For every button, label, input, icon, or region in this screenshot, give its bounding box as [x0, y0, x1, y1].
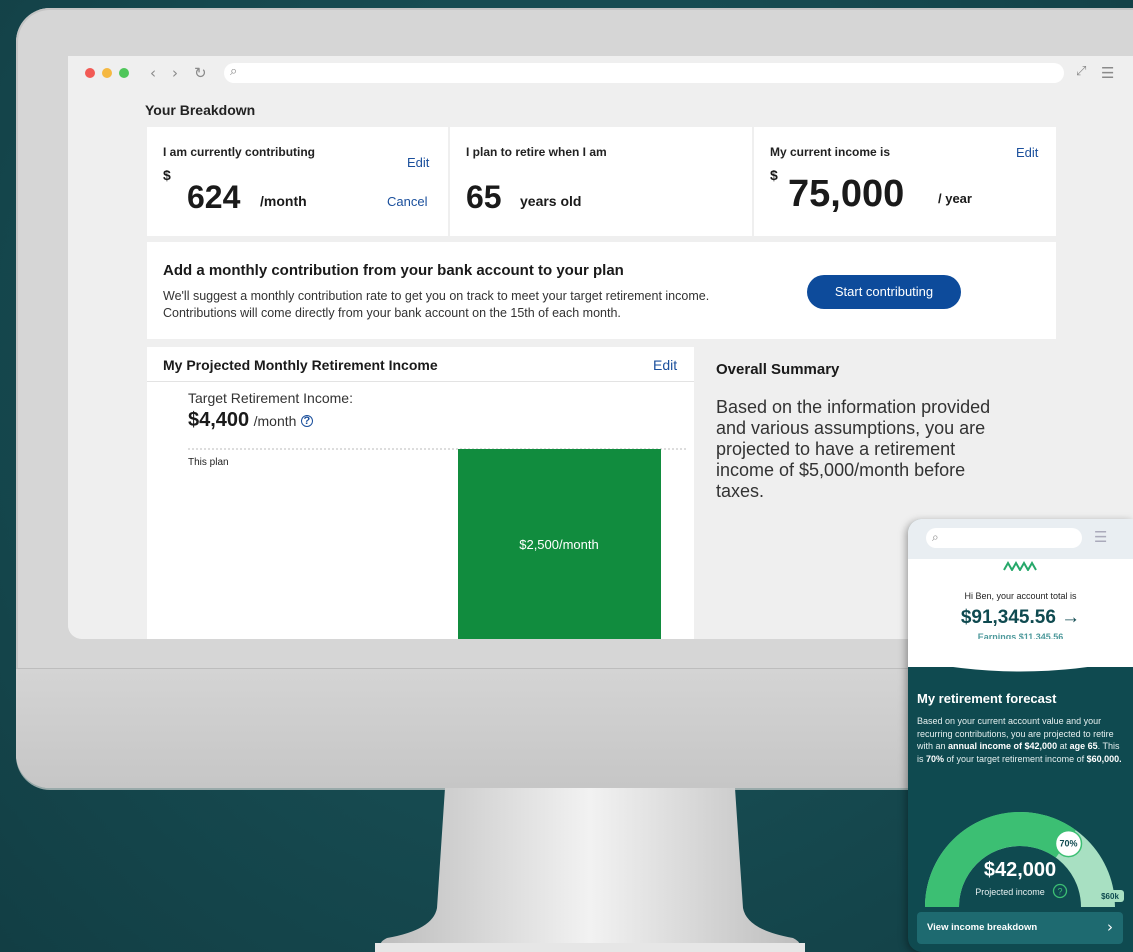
category-label: This plan: [188, 457, 229, 468]
search-icon: ⌕: [230, 64, 238, 79]
target-label: Target Retirement Income:: [188, 390, 353, 406]
view-income-breakdown-button[interactable]: View income breakdown ›: [917, 912, 1123, 944]
projection-card: My Projected Monthly Retirement Income E…: [147, 347, 694, 639]
income-unit: / year: [938, 191, 972, 206]
start-contributing-button[interactable]: Start contributing: [807, 275, 961, 309]
minimize-window-dot[interactable]: [102, 68, 112, 78]
chevron-right-icon: ›: [1107, 918, 1113, 936]
forecast-text: of your target retirement income of: [944, 753, 1087, 764]
income-card: My current income is Edit $ 75,000 / yea…: [754, 127, 1056, 236]
search-icon: ⌕: [932, 530, 939, 544]
help-circle-icon[interactable]: ?: [300, 415, 313, 427]
contributing-label: I am currently contributing: [163, 145, 316, 159]
retire-age: 65: [466, 179, 502, 215]
summary-line: taxes.: [716, 481, 765, 501]
browser-toolbar: ‹ › ↻ ⌕ ⤢ ☰: [68, 56, 1133, 90]
account-total[interactable]: $91,345.56 →: [908, 607, 1133, 629]
contributing-currency: $: [163, 167, 171, 183]
retire-label: I plan to retire when I am: [466, 145, 607, 159]
contributing-edit-link[interactable]: Edit: [407, 155, 429, 170]
cta-label: View income breakdown: [927, 922, 1038, 933]
target-line: $4,400 /month ?: [188, 409, 313, 432]
retire-unit: years old: [520, 193, 582, 209]
target-value: $4,400: [188, 409, 250, 431]
gauge-value: $42,000: [984, 859, 1056, 881]
income-gauge: 70% $42,000 Projected income ? $60k: [925, 812, 1124, 907]
gauge-percent-label: 70%: [1059, 839, 1077, 849]
phone-search-bar: ⌕ ☰: [908, 519, 1133, 559]
forecast-highlight: age 65: [1069, 741, 1098, 751]
projection-chart: This plan $2,500/month: [188, 448, 687, 639]
breakdown-title: Your Breakdown: [145, 102, 256, 118]
summary-body: Based on the information provided and va…: [716, 397, 990, 502]
contributing-card: I am currently contributing Edit $ 624 /…: [147, 127, 448, 236]
menu-icon[interactable]: ☰: [1101, 64, 1114, 82]
bar-data-label: $2,500/month: [519, 537, 599, 552]
reload-icon[interactable]: ↻: [194, 64, 207, 82]
expand-icon[interactable]: ⤢: [1076, 64, 1086, 79]
gauge-caption: Projected income: [975, 887, 1045, 897]
phone-curve-divider: [908, 639, 1133, 672]
banner-line-2: Contributions will come directly from yo…: [163, 306, 621, 320]
forecast-title: My retirement forecast: [917, 691, 1057, 706]
income-edit-link[interactable]: Edit: [1016, 145, 1038, 160]
greeting-text: Hi Ben, your account total is: [964, 591, 1077, 601]
income-amount: 75,000: [788, 173, 905, 215]
target-unit: /month: [253, 413, 297, 429]
forecast-highlight: 70%: [926, 753, 945, 764]
logo-icon: [1003, 561, 1037, 571]
contributing-amount: 624: [187, 179, 241, 215]
projection-divider: [147, 381, 694, 382]
menu-icon[interactable]: ☰: [1094, 528, 1107, 546]
banner-title: Add a monthly contribution from your ban…: [163, 262, 624, 279]
forecast-highlight: $60,000.: [1086, 753, 1122, 764]
phone-mockup: ⌕ ☰ Hi Ben, your account total is $91,34…: [908, 519, 1133, 952]
summary-line: Based on the information provided: [716, 397, 991, 417]
income-label: My current income is: [770, 145, 891, 159]
forecast-text: at: [1057, 741, 1070, 751]
close-window-dot[interactable]: [85, 68, 95, 78]
contributing-cancel-link[interactable]: Cancel: [387, 194, 427, 209]
gauge-max-label: $60k: [1101, 892, 1119, 901]
retire-card: I plan to retire when I am 65 years old: [450, 127, 752, 236]
forecast-body: Based on your current account value and …: [917, 715, 1122, 765]
maximize-window-dot[interactable]: [119, 68, 129, 78]
summary-line: income of $5,000/month before: [716, 460, 966, 480]
banner-line-1: We'll suggest a monthly contribution rat…: [163, 289, 710, 303]
income-currency: $: [770, 167, 778, 183]
projection-edit-link[interactable]: Edit: [653, 357, 677, 373]
address-bar[interactable]: ⌕: [224, 63, 1064, 83]
help-glyph: ?: [1057, 887, 1062, 897]
summary-line: and various assumptions, you are: [716, 418, 986, 438]
phone-search-input[interactable]: ⌕: [926, 528, 1082, 548]
summary-title: Overall Summary: [716, 361, 840, 378]
monitor-stand: [375, 788, 805, 952]
forecast-highlight: annual income of $42,000: [948, 741, 1058, 751]
forward-icon[interactable]: ›: [172, 64, 178, 82]
back-icon[interactable]: ‹: [150, 64, 156, 82]
contributing-unit: /month: [260, 193, 307, 209]
projection-title: My Projected Monthly Retirement Income: [163, 357, 438, 373]
summary-line: projected to have a retirement: [716, 439, 956, 459]
